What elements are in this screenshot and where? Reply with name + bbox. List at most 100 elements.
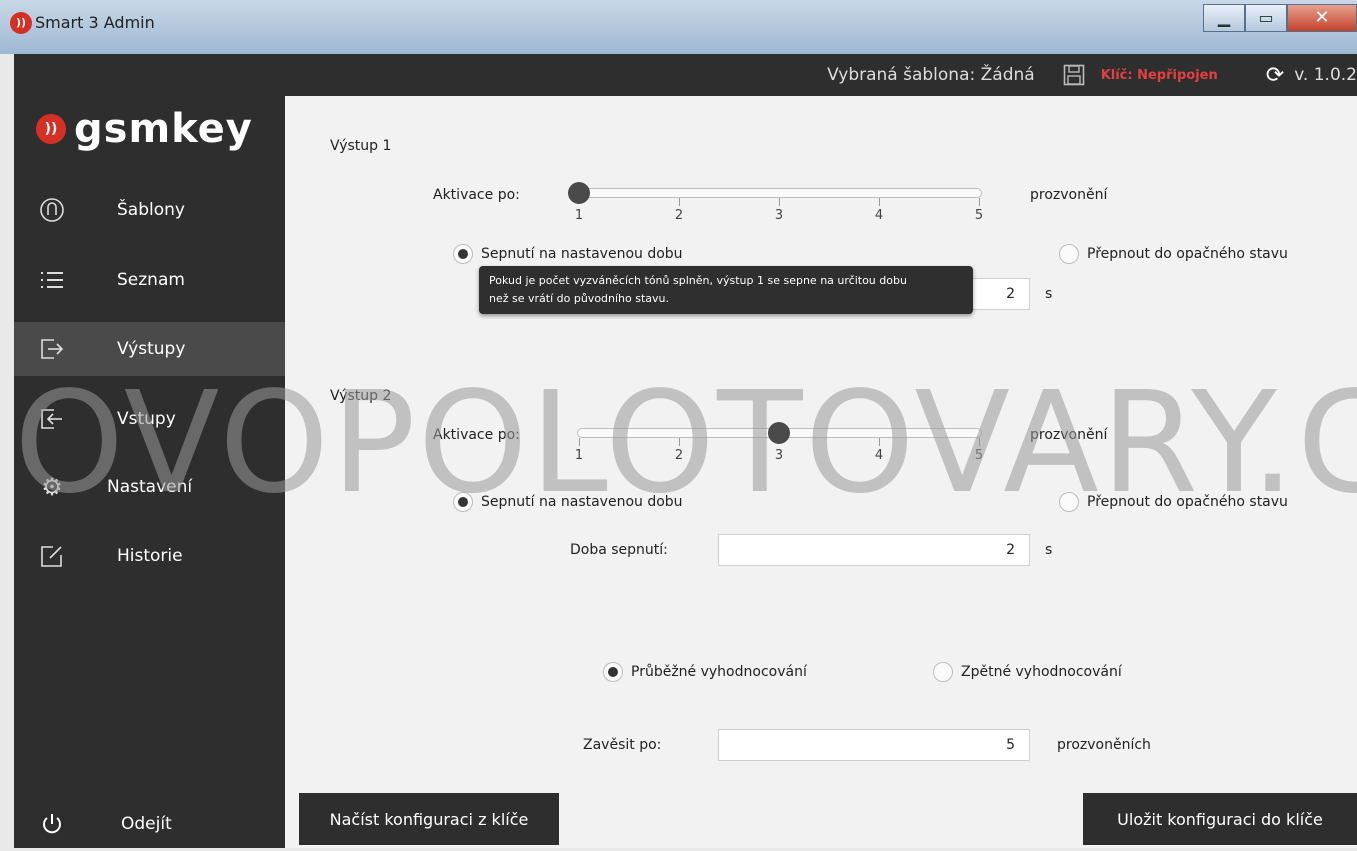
sidebar: )) gsmkey Šablony Seznam Výstupy Vstupy … [14,96,285,848]
sidebar-item-label: Historie [117,546,183,566]
slider-tick-label: 3 [774,208,784,223]
sidebar-item-label: Nastavení [107,477,193,497]
hangup-label: Zavěsit po: [583,737,662,753]
sidebar-item-vstupy[interactable]: Vstupy [14,392,285,446]
output2-duration-field[interactable]: 2 [718,534,1030,566]
radio-backward-evaluation[interactable]: Zpětné vyhodnocování [933,662,1122,682]
logo-text: gsmkey [74,106,253,152]
sidebar-item-label: Seznam [117,270,185,290]
maximize-button[interactable]: ▭ [1245,4,1287,32]
radio-indicator [603,662,623,682]
refresh-icon[interactable]: ⟳ [1266,63,1284,88]
sidebar-item-sablony[interactable]: Šablony [14,183,285,237]
sidebar-item-seznam[interactable]: Seznam [14,253,285,307]
version-label: v. 1.0.2 [1294,65,1357,85]
output2-duration-unit: s [1045,542,1053,558]
radio-label: Přepnout do opačného stavu [1087,494,1288,510]
selected-template-label: Vybraná šablona: Žádná [827,65,1035,85]
radio-label: Sepnutí na nastavenou dobu [481,246,683,262]
window-title: Smart 3 Admin [35,13,155,32]
sidebar-item-label: Šablony [117,200,185,220]
slider-tick [679,438,680,446]
sidebar-item-label: Vstupy [117,409,176,429]
output1-title: Výstup 1 [330,138,392,154]
slider-tick-label: 5 [974,448,984,463]
input-icon [39,406,65,432]
slider-tick-label: 2 [674,208,684,223]
exit-button[interactable]: Odejít [14,797,285,851]
slider-tick [879,198,880,206]
radio-indicator [1059,244,1079,264]
slider-tick [879,438,880,446]
slider-tick-label: 4 [874,448,884,463]
output1-radio-timed[interactable]: Sepnutí na nastavenou dobu [453,244,683,264]
radio-indicator [1059,492,1079,512]
gear-icon: ⚙ [41,473,63,501]
output1-radio-toggle[interactable]: Přepnout do opačného stavu [1059,244,1288,264]
output2-title: Výstup 2 [330,388,392,404]
minimize-icon: ▁ [1217,8,1231,27]
gsmkey-app-icon: )) [10,12,32,34]
output2-radio-toggle[interactable]: Přepnout do opačného stavu [1059,492,1288,512]
radio-label: Průběžné vyhodnocování [631,664,807,680]
output2-activation-label: Aktivace po: [433,427,520,443]
output2-duration-label: Doba sepnutí: [570,542,668,558]
output2-radio-timed[interactable]: Sepnutí na nastavenou dobu [453,492,683,512]
top-bar-info: Vybraná šablona: Žádná Klíč: Nepřipojen … [827,54,1357,96]
hangup-unit: prozvoněních [1057,737,1151,753]
slider-tick [579,438,580,446]
save-icon[interactable] [1063,64,1085,86]
slider-tick-label: 2 [674,448,684,463]
close-icon: ✕ [1314,7,1330,28]
radio-label: Sepnutí na nastavenou dobu [481,494,683,510]
radio-continuous-evaluation[interactable]: Průběžné vyhodnocování [603,662,807,682]
output1-activation-label: Aktivace po: [433,187,520,203]
maximize-icon: ▭ [1258,8,1274,27]
window-controls: ▁ ▭ ✕ [1203,4,1357,38]
edit-icon [39,543,65,569]
output-icon [39,336,65,362]
output1-unit-label: prozvonění [1030,187,1108,203]
radio-indicator [453,244,473,264]
templates-icon [39,197,65,223]
slider-tick-label: 5 [974,208,984,223]
exit-label: Odejít [121,814,172,834]
sidebar-item-label: Výstupy [117,339,186,359]
slider-tick-label: 1 [574,448,584,463]
radio-indicator [933,662,953,682]
slider-thumb[interactable] [768,422,790,444]
app-window: Vybraná šablona: Žádná Klíč: Nepřipojen … [14,54,1357,848]
slider-tick-label: 3 [774,448,784,463]
slider-tick [979,438,980,446]
gsmkey-logo: )) gsmkey [36,106,253,152]
slider-tick [779,198,780,206]
main-content: Výstup 1 Aktivace po: 1 2 3 4 5 prozvoně… [285,96,1357,848]
output2-unit-label: prozvonění [1030,427,1108,443]
minimize-button[interactable]: ▁ [1203,4,1245,32]
key-status: Klíč: Nepřipojen [1100,67,1218,83]
hangup-field[interactable]: 5 [718,729,1030,761]
list-icon [39,267,65,293]
window-titlebar: )) Smart 3 Admin ▁ ▭ ✕ [0,0,1357,54]
tooltip-line: než se vrátí do původního stavu. [489,292,670,305]
logo-mark-icon: )) [36,114,66,144]
tooltip-line: Pokud je počet vyzváněcích tónů splněn, … [489,274,907,287]
close-button[interactable]: ✕ [1287,4,1357,32]
slider-track [577,188,982,198]
output2-activation-slider[interactable]: 1 2 3 4 5 [575,422,985,463]
output1-tooltip: Pokud je počet vyzváněcích tónů splněn, … [479,266,973,314]
slider-thumb[interactable] [568,182,590,204]
load-config-button[interactable]: Načíst konfiguraci z klíče [299,793,559,845]
output1-duration-unit: s [1045,286,1053,302]
radio-label: Přepnout do opačného stavu [1087,246,1288,262]
slider-tick [979,198,980,206]
slider-tick-label: 4 [874,208,884,223]
output1-activation-slider[interactable]: 1 2 3 4 5 [568,182,985,223]
slider-tick-label: 1 [574,208,584,223]
sidebar-item-vystupy[interactable]: Výstupy [14,322,285,376]
top-bar: Vybraná šablona: Žádná Klíč: Nepřipojen … [14,54,1357,96]
sidebar-item-historie[interactable]: Historie [14,529,285,583]
slider-tick [679,198,680,206]
save-config-button[interactable]: Uložit konfiguraci do klíče [1083,793,1357,845]
sidebar-item-nastaveni[interactable]: ⚙ Nastavení [14,460,285,514]
